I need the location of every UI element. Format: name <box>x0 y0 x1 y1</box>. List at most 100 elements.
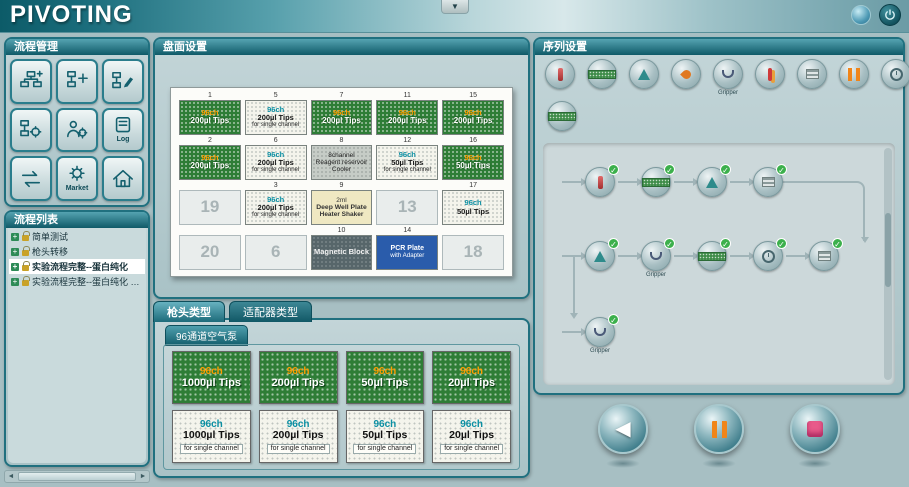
deck-slot[interactable]: 9 2ml Deep Well Plate Heater Shaker <box>311 182 373 225</box>
sequence-step-button[interactable] <box>755 59 785 89</box>
plate-line2: Reagent reservoir <box>316 159 368 166</box>
flow-node[interactable]: ✓ <box>559 241 615 271</box>
tip-box-white[interactable]: 96ch 1000µl Tips for single channel <box>172 410 251 463</box>
flow-node[interactable]: ✓ <box>727 241 783 271</box>
flow-step-circle[interactable]: ✓ <box>697 241 727 271</box>
process-list-item[interactable]: 枪头转移 <box>9 244 145 259</box>
expand-icon[interactable] <box>11 233 19 241</box>
deck-slot[interactable]: 14 PCR Plate with Adapter <box>376 227 438 270</box>
market-button[interactable]: Market <box>56 156 98 201</box>
sequence-step-button[interactable] <box>881 59 909 89</box>
tip-box-green[interactable]: 96ch 200µl Tips <box>259 351 338 404</box>
play-icon: ◀ <box>615 419 630 439</box>
sequence-panel: 序列设置 <box>533 37 905 395</box>
vertical-scrollbar[interactable] <box>884 148 892 380</box>
deck-slot[interactable]: 16 96ch 50µl Tips <box>442 137 504 180</box>
horizontal-scrollbar[interactable]: ◄ ► <box>4 470 150 483</box>
flow-step-circle[interactable]: ✓ <box>697 167 727 197</box>
sequence-step-button[interactable] <box>587 59 617 89</box>
plate-line2: 20 <box>200 243 219 262</box>
scrollbar-thumb[interactable] <box>18 472 136 481</box>
sequence-step-button[interactable] <box>547 101 577 131</box>
deck-slot[interactable]: 19 <box>179 182 241 225</box>
flow-node[interactable]: ✓ Gripper <box>615 241 671 271</box>
expand-icon[interactable] <box>11 278 19 286</box>
new-flow-button[interactable] <box>10 59 52 104</box>
sequence-step-button[interactable] <box>839 59 869 89</box>
deck-slot[interactable]: 7 96ch 200µl Tips <box>311 92 373 135</box>
process-list-item[interactable]: 实验流程完整--蛋白纯化 <box>9 259 145 274</box>
expand-icon[interactable] <box>11 263 19 271</box>
flow-node[interactable]: ✓ <box>727 167 783 197</box>
tip-box-white[interactable]: 96ch 20µl Tips for single channel <box>432 410 511 463</box>
home-button[interactable] <box>102 156 144 201</box>
flow-step-circle[interactable]: ✓ Gripper <box>585 317 615 347</box>
flow-node[interactable]: ✓ <box>559 167 615 197</box>
sequence-step-button[interactable]: Gripper <box>713 59 743 89</box>
deck-slot[interactable]: 5 96ch 200µl Tips for single channel <box>245 92 307 135</box>
top-dropdown[interactable]: ▼ <box>441 0 469 14</box>
sequence-step-button[interactable] <box>671 59 701 89</box>
deck-slot[interactable]: 8 8channel Reagent reservoir Cooler <box>311 137 373 180</box>
flow-node[interactable]: ✓ <box>783 241 839 271</box>
edit-flow-button[interactable] <box>102 59 144 104</box>
plate-line3: Cooler <box>332 166 351 173</box>
flow-step-circle[interactable]: ✓ <box>585 167 615 197</box>
deck-slot[interactable]: 17 96ch 50µl Tips <box>442 182 504 225</box>
tip-box-green[interactable]: 96ch 1000µl Tips <box>172 351 251 404</box>
add-node-button[interactable] <box>56 59 98 104</box>
scrollbar-thumb[interactable] <box>885 213 891 287</box>
deck-slot[interactable]: 10 Magnetic Block <box>311 227 373 270</box>
flow-step-circle[interactable]: ✓ <box>641 167 671 197</box>
process-list-item[interactable]: 实验流程完整--蛋白纯化 1列 3 <box>9 274 145 289</box>
sequence-step-button[interactable] <box>545 59 575 89</box>
stop-icon <box>807 421 823 437</box>
deck-slot[interactable]: 15 96ch 200µl Tips <box>442 92 504 135</box>
flow-step-circle[interactable]: ✓ <box>585 241 615 271</box>
flow-step-circle[interactable]: ✓ <box>753 167 783 197</box>
subtab-96ch-pump[interactable]: 96通道空气泵 <box>165 325 248 346</box>
deck-slot[interactable]: 13 <box>376 182 438 225</box>
deck-slot[interactable]: 12 96ch 50µl Tips for single channel <box>376 137 438 180</box>
flow-step-circle[interactable]: ✓ <box>809 241 839 271</box>
deck-slot[interactable]: 18 <box>442 227 504 270</box>
process-list-item[interactable]: 简单测试 <box>9 229 145 244</box>
deck-slot[interactable]: 6 <box>245 227 307 270</box>
deck-slot[interactable]: 1 96ch 200µl Tips <box>179 92 241 135</box>
deck-slot[interactable]: 2 96ch 200µl Tips <box>179 137 241 180</box>
tab-adapter-type[interactable]: 适配器类型 <box>229 301 312 322</box>
lock-icon <box>22 265 29 271</box>
stop-button[interactable] <box>790 404 840 454</box>
user-settings-button[interactable] <box>56 108 98 153</box>
flow-node[interactable]: ✓ <box>615 167 671 197</box>
title-bar: PIVOTING ▼ <box>0 0 909 33</box>
tip-box-green[interactable]: 96ch 20µl Tips <box>432 351 511 404</box>
minimize-button[interactable] <box>851 5 871 25</box>
pause-button[interactable] <box>694 404 744 454</box>
tip-box-white[interactable]: 96ch 200µl Tips for single channel <box>259 410 338 463</box>
scroll-right-icon[interactable]: ► <box>137 473 149 480</box>
deck-slot[interactable]: 20 <box>179 227 241 270</box>
scroll-left-icon[interactable]: ◄ <box>5 473 17 480</box>
flow-node[interactable]: ✓ <box>671 241 727 271</box>
plate-line1: 2ml <box>336 197 346 204</box>
slot-number: 8 <box>311 137 373 145</box>
flow-node[interactable]: ✓ Gripper <box>559 317 615 347</box>
play-button[interactable]: ◀ <box>598 404 648 454</box>
sequence-step-button[interactable] <box>629 59 659 89</box>
flow-step-circle[interactable]: ✓ Gripper <box>641 241 671 271</box>
deck-slot[interactable]: 6 96ch 200µl Tips for single channel <box>245 137 307 180</box>
expand-icon[interactable] <box>11 248 19 256</box>
deck-slot[interactable]: 3 96ch 200µl Tips for single channel <box>245 182 307 225</box>
sequence-step-button[interactable] <box>797 59 827 89</box>
tab-tip-type[interactable]: 枪头类型 <box>153 301 225 322</box>
flow-settings-button[interactable] <box>10 108 52 153</box>
power-button[interactable] <box>879 4 901 26</box>
flow-node[interactable]: ✓ <box>671 167 727 197</box>
tip-box-green[interactable]: 96ch 50µl Tips <box>346 351 425 404</box>
deck-slot[interactable]: 11 96ch 200µl Tips <box>376 92 438 135</box>
tip-box-white[interactable]: 96ch 50µl Tips for single channel <box>346 410 425 463</box>
log-button[interactable]: Log <box>102 108 144 153</box>
flow-step-circle[interactable]: ✓ <box>753 241 783 271</box>
transfer-button[interactable] <box>10 156 52 201</box>
